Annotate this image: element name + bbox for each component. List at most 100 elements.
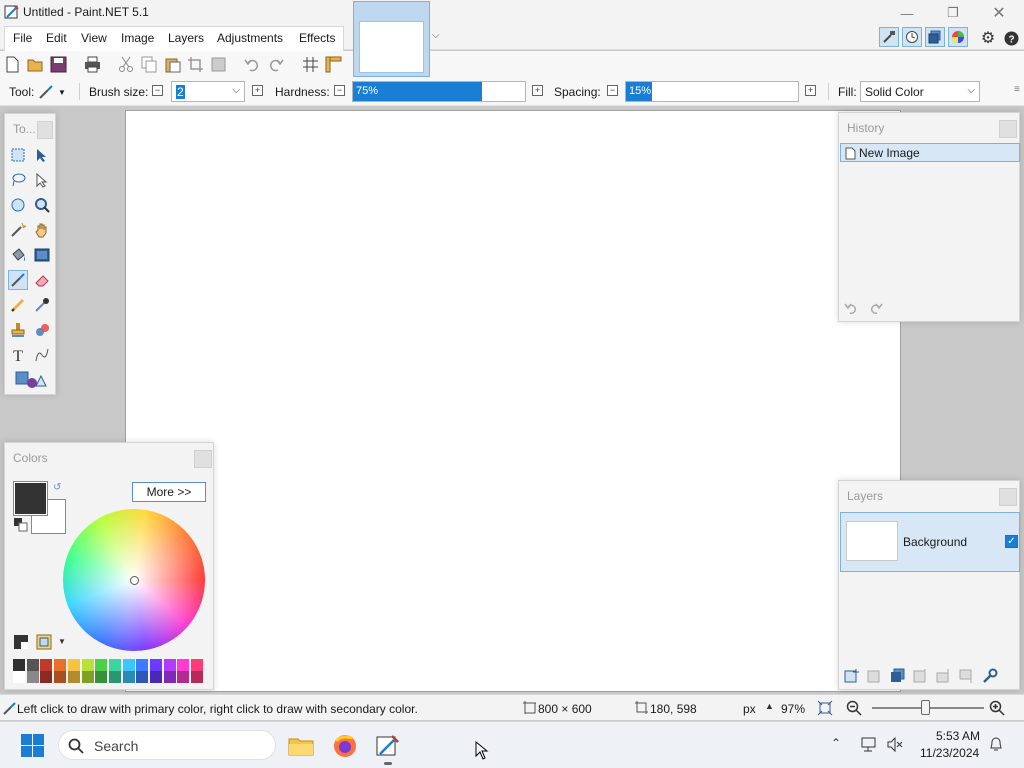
zoom-in-icon[interactable] — [989, 700, 1005, 716]
chevron-down-icon[interactable]: ▼ — [58, 637, 66, 646]
menu-image[interactable]: Image — [121, 31, 154, 45]
add-layer-icon[interactable] — [844, 668, 860, 684]
redo-icon[interactable] — [267, 56, 284, 73]
tools-window-toggle[interactable] — [879, 27, 899, 47]
copy-icon[interactable] — [141, 56, 158, 73]
palette-swatch[interactable] — [13, 659, 25, 671]
system-tray-chevron-up-icon[interactable]: ⌃ — [831, 736, 841, 750]
print-icon[interactable] — [84, 56, 101, 73]
hardness-increase-button[interactable]: + — [532, 85, 543, 96]
text-tool[interactable]: T — [8, 345, 28, 365]
palette-swatch[interactable] — [122, 671, 135, 683]
palette-swatch[interactable] — [67, 659, 80, 671]
duplicate-layer-icon[interactable] — [890, 668, 906, 684]
history-redo-icon[interactable] — [866, 301, 883, 315]
paste-icon[interactable] — [164, 56, 181, 73]
primary-color-swatch[interactable] — [13, 481, 48, 516]
colors-window-toggle[interactable] — [948, 27, 968, 47]
menu-effects[interactable]: Effects — [299, 31, 335, 45]
spacing-decrease-button[interactable]: − — [607, 85, 618, 96]
open-folder-icon[interactable] — [27, 56, 44, 73]
palette-menu-icon[interactable] — [36, 634, 52, 650]
fill-mode-select[interactable]: Solid Color ⌵ — [860, 81, 980, 102]
swap-colors-icon[interactable]: ↺ — [53, 482, 61, 493]
pan-tool[interactable] — [32, 220, 52, 240]
move-layer-up-icon[interactable] — [936, 668, 952, 684]
minimize-button[interactable]: — — [884, 0, 930, 26]
paintnet-taskbar-icon[interactable] — [375, 733, 401, 759]
zoom-slider-thumb[interactable] — [921, 700, 930, 715]
palette-swatch[interactable] — [67, 671, 80, 683]
history-window-toggle[interactable] — [902, 27, 922, 47]
layer-visibility-checkbox[interactable]: ✓ — [1005, 535, 1018, 548]
palette-swatch[interactable] — [95, 671, 108, 683]
zoom-level[interactable]: 97% — [781, 702, 805, 716]
menu-view[interactable]: View — [81, 31, 107, 45]
clone-stamp-tool[interactable] — [8, 320, 28, 340]
layer-properties-wrench-icon[interactable] — [982, 668, 998, 684]
move-selected-pixels-tool[interactable] — [32, 145, 52, 165]
color-wheel-marker[interactable] — [130, 576, 139, 585]
restore-button[interactable]: ❐ — [930, 0, 976, 26]
move-selection-tool[interactable] — [32, 170, 52, 190]
gradient-tool[interactable] — [32, 245, 52, 265]
clock-time[interactable]: 5:53 AM — [936, 729, 980, 743]
spacing-increase-button[interactable]: + — [805, 85, 816, 96]
firefox-icon[interactable] — [332, 733, 358, 759]
palette-swatch[interactable] — [26, 659, 39, 671]
tools-panel-close-button[interactable] — [37, 121, 53, 139]
pixel-grid-icon[interactable] — [302, 56, 319, 73]
save-icon[interactable] — [50, 56, 67, 73]
clock-date[interactable]: 11/23/2024 — [920, 746, 979, 760]
menu-layers[interactable]: Layers — [168, 31, 204, 45]
more-colors-button[interactable]: More >> — [132, 482, 206, 502]
tool-selector[interactable]: ▼ — [38, 82, 70, 102]
palette-swatch[interactable] — [163, 659, 176, 671]
pencil-tool[interactable] — [8, 295, 28, 315]
ellipse-select-tool[interactable] — [8, 195, 28, 215]
windows-start-icon[interactable] — [21, 734, 44, 757]
brush-size-decrease-button[interactable]: − — [152, 85, 163, 96]
taskbar-search-box[interactable]: Search — [58, 730, 276, 760]
rulers-icon[interactable] — [325, 56, 342, 73]
merge-layer-down-icon[interactable] — [913, 668, 929, 684]
units-dropdown-icon[interactable]: ▲ — [765, 701, 774, 711]
paintbrush-tool[interactable] — [8, 270, 28, 290]
image-canvas[interactable] — [125, 110, 901, 692]
hardness-slider[interactable]: 75% — [352, 81, 526, 102]
rectangle-select-tool[interactable] — [8, 145, 28, 165]
palette-swatch[interactable] — [136, 659, 149, 671]
lasso-select-tool[interactable] — [8, 170, 28, 190]
palette-swatch[interactable] — [54, 671, 67, 683]
close-button[interactable]: ✕ — [976, 0, 1022, 26]
undo-icon[interactable] — [244, 56, 261, 73]
palette-swatch[interactable] — [40, 671, 53, 683]
history-item[interactable]: New Image — [840, 143, 1020, 162]
palette-swatch[interactable] — [191, 671, 204, 683]
magic-wand-tool[interactable] — [8, 220, 28, 240]
palette-swatch[interactable] — [163, 671, 176, 683]
hardness-decrease-button[interactable]: − — [334, 85, 345, 96]
zoom-tool[interactable] — [32, 195, 52, 215]
new-file-icon[interactable] — [4, 56, 21, 73]
palette-swatch[interactable] — [54, 659, 67, 671]
palette-swatch[interactable] — [191, 659, 204, 671]
layer-row[interactable]: Background ✓ — [840, 512, 1020, 572]
zoom-out-icon[interactable] — [846, 700, 862, 716]
settings-gear-icon[interactable]: ⚙ — [978, 28, 998, 48]
palette-swatch[interactable] — [95, 659, 108, 671]
reset-colors-icon[interactable] — [14, 518, 28, 532]
palette-swatch[interactable] — [26, 671, 39, 683]
shapes-tool[interactable] — [13, 370, 49, 390]
brush-size-increase-button[interactable]: + — [252, 85, 263, 96]
palette-swatch[interactable] — [13, 671, 25, 683]
menu-file[interactable]: File — [13, 31, 32, 45]
colors-panel-close-button[interactable] — [194, 450, 212, 468]
brush-size-input[interactable]: 2 ⌵ — [171, 81, 245, 102]
layers-window-toggle[interactable] — [925, 27, 945, 47]
palette-swatch[interactable] — [108, 671, 121, 683]
line-curve-tool[interactable] — [32, 345, 52, 365]
eraser-tool[interactable] — [32, 270, 52, 290]
deselect-icon[interactable] — [210, 56, 227, 73]
paint-bucket-tool[interactable] — [8, 245, 28, 265]
